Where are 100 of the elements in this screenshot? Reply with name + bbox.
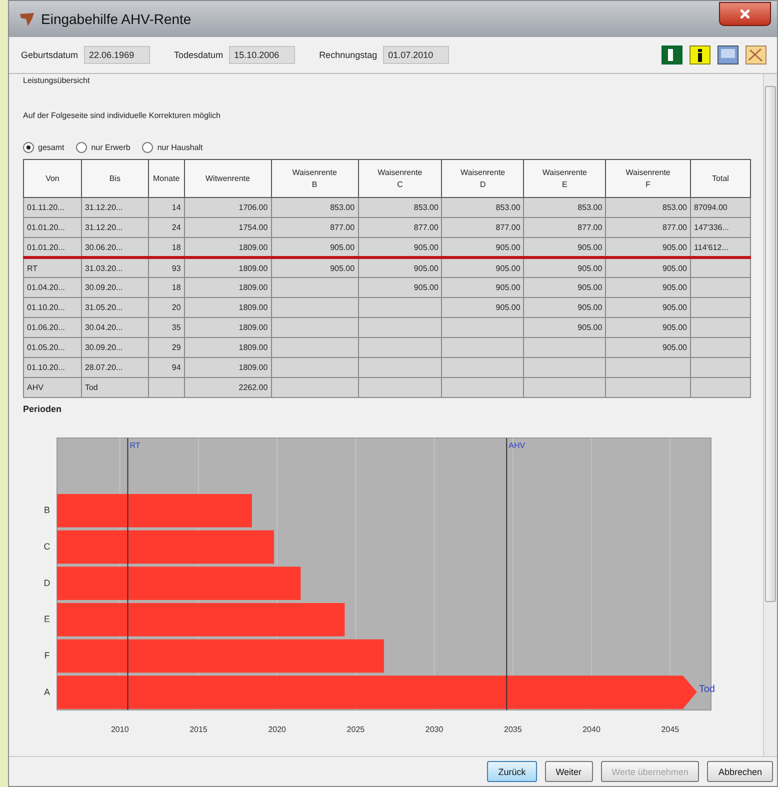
table-cell: 905.00 — [358, 258, 442, 278]
table-cell: 31.05.20... — [81, 298, 148, 318]
monitor-icon[interactable] — [717, 45, 739, 65]
scrollbar[interactable] — [763, 74, 777, 756]
table-cell: 31.12.20... — [81, 198, 148, 218]
axis-category-label: E — [44, 614, 50, 624]
field-label: Todesdatum — [174, 50, 224, 60]
table-cell: 905.00 — [606, 298, 690, 318]
table-cell: 905.00 — [442, 298, 524, 318]
column-header[interactable]: Witwenrente — [184, 160, 272, 198]
table-cell: 29 — [148, 338, 184, 358]
axis-tick-label: 2030 — [425, 725, 444, 734]
column-header[interactable]: Von — [24, 160, 82, 198]
table-cell: 853.00 — [358, 198, 442, 218]
table-cell: 905.00 — [606, 278, 690, 298]
date-field[interactable]: 01.07.2010 — [383, 46, 450, 64]
table-cell: 853.00 — [271, 198, 358, 218]
radio-option[interactable]: nur Erwerb — [76, 142, 130, 153]
table-cell — [690, 378, 750, 398]
field-label: Rechnungstag — [319, 50, 378, 60]
table-cell: 35 — [148, 318, 184, 338]
axis-tick-label: 2040 — [582, 725, 600, 734]
dialog-button[interactable]: Abbrechen — [707, 761, 773, 782]
table-cell: 853.00 — [606, 198, 690, 218]
table-cell: 1809.00 — [184, 358, 272, 378]
column-header[interactable]: Waisenrente F — [606, 160, 690, 198]
table-cell: 853.00 — [524, 198, 606, 218]
axis-tick-label: 2035 — [504, 725, 522, 734]
table-cell: 31.12.20... — [81, 218, 148, 238]
table-cell: 905.00 — [606, 338, 690, 358]
table-cell: 1809.00 — [184, 318, 272, 338]
dialog-button[interactable]: Zurück — [487, 761, 537, 782]
table-cell: 2262.00 — [184, 378, 272, 398]
table-cell: 20 — [148, 298, 184, 318]
table-cell — [148, 378, 184, 398]
column-header[interactable]: Waisenrente D — [442, 160, 524, 198]
axis-category-label: B — [44, 505, 50, 516]
close-button[interactable] — [719, 2, 771, 26]
table-cell: 30.04.20... — [81, 318, 148, 338]
close-icon — [739, 8, 751, 20]
date-field[interactable]: 15.10.2006 — [229, 46, 296, 64]
table-cell: 24 — [148, 218, 184, 238]
table-cell: 905.00 — [524, 318, 606, 338]
dialog-button[interactable]: Weiter — [544, 761, 593, 782]
table-cell: 877.00 — [358, 218, 442, 238]
axis-tick-label: 2015 — [190, 725, 208, 734]
table-cell — [690, 318, 750, 338]
reference-label: RT — [130, 441, 140, 450]
window-title: Eingabehilfe AHV-Rente — [41, 11, 192, 27]
table-cell: 1706.00 — [184, 198, 272, 218]
table-cell: 31.03.20... — [81, 258, 148, 278]
radio-option[interactable]: gesamt — [23, 142, 64, 153]
table-cell: 14 — [148, 198, 184, 218]
table-cell: 905.00 — [524, 278, 606, 298]
table-cell: 1809.00 — [184, 278, 272, 298]
table-cell — [690, 338, 750, 358]
table-cell: 01.06.20... — [24, 318, 82, 338]
table-cell: 905.00 — [606, 258, 690, 278]
table-cell: 01.10.20... — [24, 358, 82, 378]
table-cell: 01.10.20... — [24, 298, 82, 318]
info-icon[interactable] — [689, 45, 711, 65]
table-cell: 30.09.20... — [81, 278, 148, 298]
section-title: Leistungsübersicht — [23, 76, 91, 85]
column-header[interactable]: Monate — [148, 160, 184, 198]
table-cell: 93 — [148, 258, 184, 278]
radio-option[interactable]: nur Haushalt — [142, 142, 203, 153]
axis-category-label: F — [44, 650, 50, 660]
table-cell: 18 — [148, 278, 184, 298]
table-cell: 87094.00 — [690, 198, 750, 218]
table-cell: 905.00 — [358, 278, 442, 298]
date-field[interactable]: 22.06.1969 — [84, 46, 150, 64]
column-header[interactable]: Waisenrente C — [358, 160, 442, 198]
table-cell: 01.01.20... — [24, 218, 82, 238]
column-header[interactable]: Total — [690, 160, 750, 198]
table-cell: 01.05.20... — [24, 338, 82, 358]
annotation-label: Tod — [698, 684, 715, 695]
axis-category-label: A — [44, 686, 50, 697]
table-cell: 905.00 — [271, 258, 358, 278]
column-header[interactable]: Bis — [81, 160, 148, 198]
axis-tick-label: 2020 — [268, 725, 286, 734]
field-label: Geburtsdatum — [21, 50, 78, 60]
chart-title: Perioden — [23, 404, 63, 414]
table-cell: 147'336... — [690, 218, 750, 238]
column-header[interactable]: Waisenrente E — [524, 160, 606, 198]
axis-category-label: D — [44, 578, 50, 588]
column-header[interactable]: Waisenrente B — [271, 160, 358, 198]
table-cell: 01.01.20... — [24, 238, 82, 258]
table-cell: 28.07.20... — [81, 358, 148, 378]
table-cell: Tod — [81, 378, 148, 398]
axis-tick-label: 2045 — [661, 725, 680, 734]
table-cell: 94 — [148, 358, 184, 378]
table-cell: 853.00 — [442, 198, 524, 218]
table-cell: 905.00 — [606, 318, 690, 338]
table-cell: 30.09.20... — [81, 338, 148, 358]
table-cell: 905.00 — [524, 298, 606, 318]
table-cell: 1809.00 — [184, 338, 272, 358]
table-cell: 905.00 — [442, 278, 524, 298]
app-icon — [19, 11, 35, 27]
table-cell: 1754.00 — [184, 218, 272, 238]
table-cell: 1809.00 — [184, 298, 272, 318]
